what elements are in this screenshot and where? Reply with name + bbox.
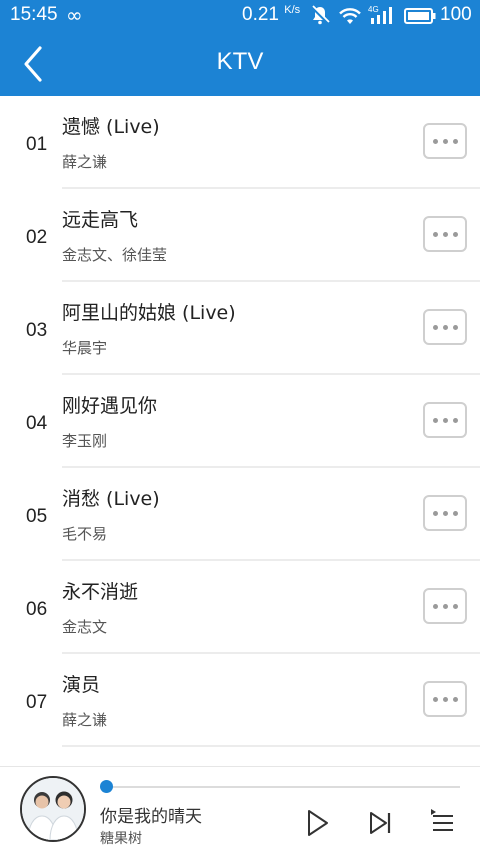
battery-percent: 100 xyxy=(440,4,472,25)
page-title: KTV xyxy=(216,48,264,75)
more-options-button[interactable] xyxy=(423,123,467,159)
album-art-image xyxy=(22,778,84,840)
song-artist: 薛之谦 xyxy=(62,711,108,729)
song-artist: 金志文 xyxy=(62,618,108,636)
track-number: 04 xyxy=(26,413,48,434)
song-title: 演员 xyxy=(62,674,101,696)
network-speed: 0.21 K/s xyxy=(242,4,301,25)
song-row[interactable]: 03 阿里山的姑娘 (Live) 华晨宇 xyxy=(0,282,480,375)
row-divider xyxy=(62,745,480,747)
song-title: 永不消逝 xyxy=(62,581,139,603)
song-title: 阿里山的姑娘 (Live) xyxy=(62,302,236,324)
song-row[interactable]: 06 永不消逝 金志文 xyxy=(0,561,480,654)
now-playing-bar[interactable]: 你是我的晴天 糖果树 xyxy=(0,766,480,853)
now-playing-title: 你是我的晴天 xyxy=(100,807,202,827)
more-options-button[interactable] xyxy=(423,495,467,531)
app-header: 15:45 ∞ 0.21 K/s 4G 100 KTV xyxy=(0,0,480,96)
more-options-button[interactable] xyxy=(423,402,467,438)
song-artist: 李玉刚 xyxy=(62,432,108,450)
song-list: 01 遗憾 (Live) 薛之谦 02 远走高飞 金志文、徐佳莹 03 阿里山的… xyxy=(0,96,480,766)
track-number: 01 xyxy=(26,134,48,155)
status-bar: 15:45 ∞ 0.21 K/s 4G 100 xyxy=(0,0,480,32)
now-playing-artist: 糖果树 xyxy=(100,831,142,847)
more-options-button[interactable] xyxy=(423,588,467,624)
song-title: 远走高飞 xyxy=(62,209,139,231)
more-options-button[interactable] xyxy=(423,681,467,717)
song-artist: 薛之谦 xyxy=(62,153,108,171)
song-artist: 毛不易 xyxy=(62,525,108,543)
song-artist: 金志文、徐佳莹 xyxy=(62,246,168,264)
song-artist: 华晨宇 xyxy=(62,339,108,357)
progress-handle[interactable] xyxy=(100,780,113,793)
bell-muted-icon xyxy=(310,5,330,25)
playback-progress[interactable] xyxy=(100,780,460,793)
song-row[interactable]: 04 刚好遇见你 李玉刚 xyxy=(0,375,480,468)
track-number: 07 xyxy=(26,692,48,713)
song-title: 刚好遇见你 xyxy=(62,395,158,417)
status-time: 15:45 xyxy=(10,4,58,25)
song-title: 消愁 (Live) xyxy=(62,488,160,510)
battery-icon xyxy=(404,8,436,24)
song-title: 遗憾 (Live) xyxy=(62,116,160,138)
play-icon[interactable] xyxy=(302,808,332,838)
song-row[interactable]: 07 演员 薛之谦 xyxy=(0,654,480,747)
next-track-icon[interactable] xyxy=(366,808,396,838)
playlist-icon[interactable] xyxy=(428,808,458,838)
song-row[interactable]: 02 远走高飞 金志文、徐佳莹 xyxy=(0,189,480,282)
svg-text:4G: 4G xyxy=(368,5,379,14)
track-number: 03 xyxy=(26,320,48,341)
player-divider xyxy=(0,766,480,767)
song-row[interactable]: 05 消愁 (Live) 毛不易 xyxy=(0,468,480,561)
wifi-icon xyxy=(339,8,361,24)
infinity-icon: ∞ xyxy=(66,3,83,27)
track-number: 06 xyxy=(26,599,48,620)
album-art[interactable] xyxy=(20,776,86,842)
song-row[interactable]: 01 遗憾 (Live) 薛之谦 xyxy=(0,96,480,189)
signal-icon: 4G xyxy=(368,5,392,24)
more-options-button[interactable] xyxy=(423,309,467,345)
more-options-button[interactable] xyxy=(423,216,467,252)
track-number: 02 xyxy=(26,227,48,248)
track-number: 05 xyxy=(26,506,48,527)
